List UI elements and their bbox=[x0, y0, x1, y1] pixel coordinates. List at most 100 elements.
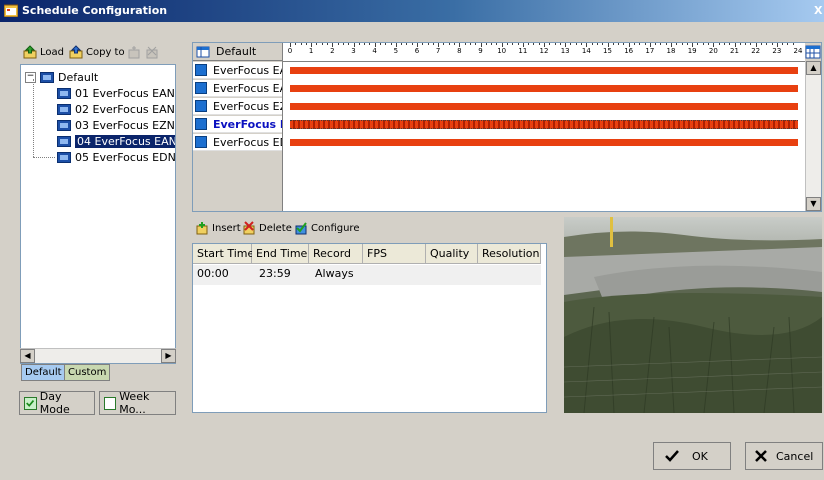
calendar-button[interactable] bbox=[805, 43, 821, 61]
ok-button[interactable]: OK bbox=[653, 442, 731, 470]
device-tree[interactable]: − Default 01 EverFocus EAN8 02 EverFocus… bbox=[20, 64, 176, 364]
configure-button[interactable]: Configure bbox=[294, 220, 359, 236]
delete-button[interactable]: Delete bbox=[242, 220, 292, 236]
scroll-down-button[interactable]: ▼ bbox=[806, 197, 821, 211]
tree-item-04[interactable]: 04 EverFocus EAN8 bbox=[57, 133, 175, 149]
hour-tick bbox=[713, 43, 715, 47]
hour-label: 0 bbox=[287, 47, 293, 55]
tab-default[interactable]: Default bbox=[21, 364, 66, 381]
column-header-fps[interactable]: FPS bbox=[363, 244, 426, 264]
tab-custom[interactable]: Custom bbox=[64, 364, 111, 381]
ok-label: OK bbox=[692, 449, 708, 463]
hour-tick bbox=[369, 43, 371, 45]
copy-to-button[interactable]: Copy to bbox=[69, 44, 125, 60]
hour-tick bbox=[364, 43, 366, 45]
hour-tick bbox=[681, 43, 683, 45]
hour-label: 14 bbox=[581, 47, 591, 55]
insert-disabled-button[interactable] bbox=[127, 44, 141, 60]
column-header-quality[interactable]: Quality bbox=[426, 244, 478, 264]
hour-tick bbox=[501, 43, 503, 47]
column-header-resolution[interactable]: Resolution bbox=[478, 244, 541, 264]
hour-tick bbox=[522, 43, 524, 47]
column-header-end-time[interactable]: End Time bbox=[252, 244, 309, 264]
hour-tick bbox=[438, 43, 440, 47]
tree-item-label: 01 EverFocus EAN8 bbox=[75, 86, 176, 100]
hour-tick bbox=[612, 43, 614, 45]
cancel-button[interactable]: Cancel bbox=[745, 442, 823, 470]
hour-tick bbox=[782, 43, 784, 45]
grid-row-4[interactable]: EverFocus E bbox=[193, 116, 282, 133]
tree-item-01[interactable]: 01 EverFocus EAN8 bbox=[57, 85, 176, 101]
schedule-bar[interactable] bbox=[290, 103, 798, 110]
hour-tick bbox=[538, 43, 540, 45]
hour-tick bbox=[628, 43, 630, 47]
schedule-table[interactable]: Start Time End Time Record FPS Quality R… bbox=[192, 243, 547, 413]
hour-ruler: 0 1 2 3 4 5 6 7 8 9 10 11 12 13 14 15 16 17 18 19 20 21 22 23 24 bbox=[283, 43, 805, 62]
grid-row-3[interactable]: EverFocus EZ bbox=[193, 98, 282, 115]
hour-tick bbox=[475, 43, 477, 45]
hour-tick bbox=[385, 43, 387, 45]
load-button[interactable]: Load bbox=[23, 44, 64, 60]
column-header-start-time[interactable]: Start Time bbox=[193, 244, 254, 264]
grid-row-label: EverFocus EA bbox=[213, 81, 282, 95]
delete-disabled-button[interactable] bbox=[145, 44, 159, 60]
hour-label: 23 bbox=[772, 47, 782, 55]
hour-label: 16 bbox=[624, 47, 634, 55]
grid-row-5[interactable]: EverFocus ED bbox=[193, 134, 282, 151]
hour-tick bbox=[559, 43, 561, 45]
group-icon bbox=[40, 71, 54, 83]
grid-header: Default bbox=[193, 43, 282, 61]
schedule-grid[interactable]: Default EverFocus EA EverFocus EA EverFo… bbox=[192, 42, 822, 212]
table-row[interactable]: 00:00 23:59 Always bbox=[193, 265, 541, 285]
hour-tick bbox=[771, 43, 773, 45]
camera-icon bbox=[195, 118, 207, 130]
grid-vertical-scrollbar[interactable]: ▲ ▼ bbox=[805, 61, 821, 211]
hour-tick bbox=[766, 43, 768, 45]
hour-label: 10 bbox=[497, 47, 507, 55]
hour-tick bbox=[570, 43, 572, 45]
hour-tick bbox=[676, 43, 678, 45]
tree-root[interactable]: − Default bbox=[25, 69, 98, 85]
configure-label: Configure bbox=[311, 222, 360, 234]
insert-button[interactable]: Insert bbox=[195, 220, 241, 236]
scroll-up-button[interactable]: ▲ bbox=[806, 61, 821, 75]
day-mode-button[interactable]: Day Mode bbox=[19, 390, 95, 416]
hour-tick bbox=[316, 43, 318, 45]
hour-tick bbox=[506, 43, 508, 45]
load-label: Load bbox=[40, 46, 64, 58]
schedule-bar[interactable] bbox=[290, 139, 798, 146]
hour-tick bbox=[718, 43, 720, 45]
grid-row-1[interactable]: EverFocus EA bbox=[193, 62, 282, 79]
hour-tick bbox=[692, 43, 694, 47]
close-button[interactable]: X bbox=[814, 4, 824, 17]
hour-label: 15 bbox=[603, 47, 612, 55]
schedule-bar[interactable] bbox=[290, 67, 798, 74]
hour-tick bbox=[401, 43, 403, 45]
load-icon bbox=[23, 45, 37, 59]
tree-horizontal-scrollbar[interactable]: ◀ ▶ bbox=[20, 348, 176, 363]
hour-label: 19 bbox=[687, 47, 697, 55]
tree-item-05[interactable]: 05 EverFocus EDN8 bbox=[57, 149, 175, 165]
hour-tick bbox=[596, 43, 598, 45]
hour-tick bbox=[623, 43, 625, 45]
scroll-left-button[interactable]: ◀ bbox=[20, 349, 35, 363]
hour-tick bbox=[395, 43, 397, 47]
column-header-record[interactable]: Record bbox=[309, 244, 363, 264]
schedule-bar-selected[interactable] bbox=[290, 120, 798, 129]
hour-label: 4 bbox=[372, 47, 377, 55]
camera-icon bbox=[57, 151, 71, 163]
tree-item-02[interactable]: 02 EverFocus EAN8 bbox=[57, 101, 175, 117]
hour-tick bbox=[390, 43, 392, 45]
tree-item-03[interactable]: 03 EverFocus EZN8 bbox=[57, 117, 175, 133]
camera-preview bbox=[564, 217, 822, 413]
hour-tick bbox=[358, 43, 360, 45]
scroll-right-button[interactable]: ▶ bbox=[161, 349, 176, 363]
hour-tick bbox=[697, 43, 699, 45]
grid-row-2[interactable]: EverFocus EA bbox=[193, 80, 282, 97]
week-mode-button[interactable]: Week Mo... bbox=[99, 390, 176, 416]
hour-tick bbox=[729, 43, 731, 45]
camera-icon bbox=[195, 64, 207, 76]
copy-icon bbox=[69, 45, 83, 59]
delete-icon bbox=[243, 221, 255, 235]
schedule-bar[interactable] bbox=[290, 85, 798, 92]
